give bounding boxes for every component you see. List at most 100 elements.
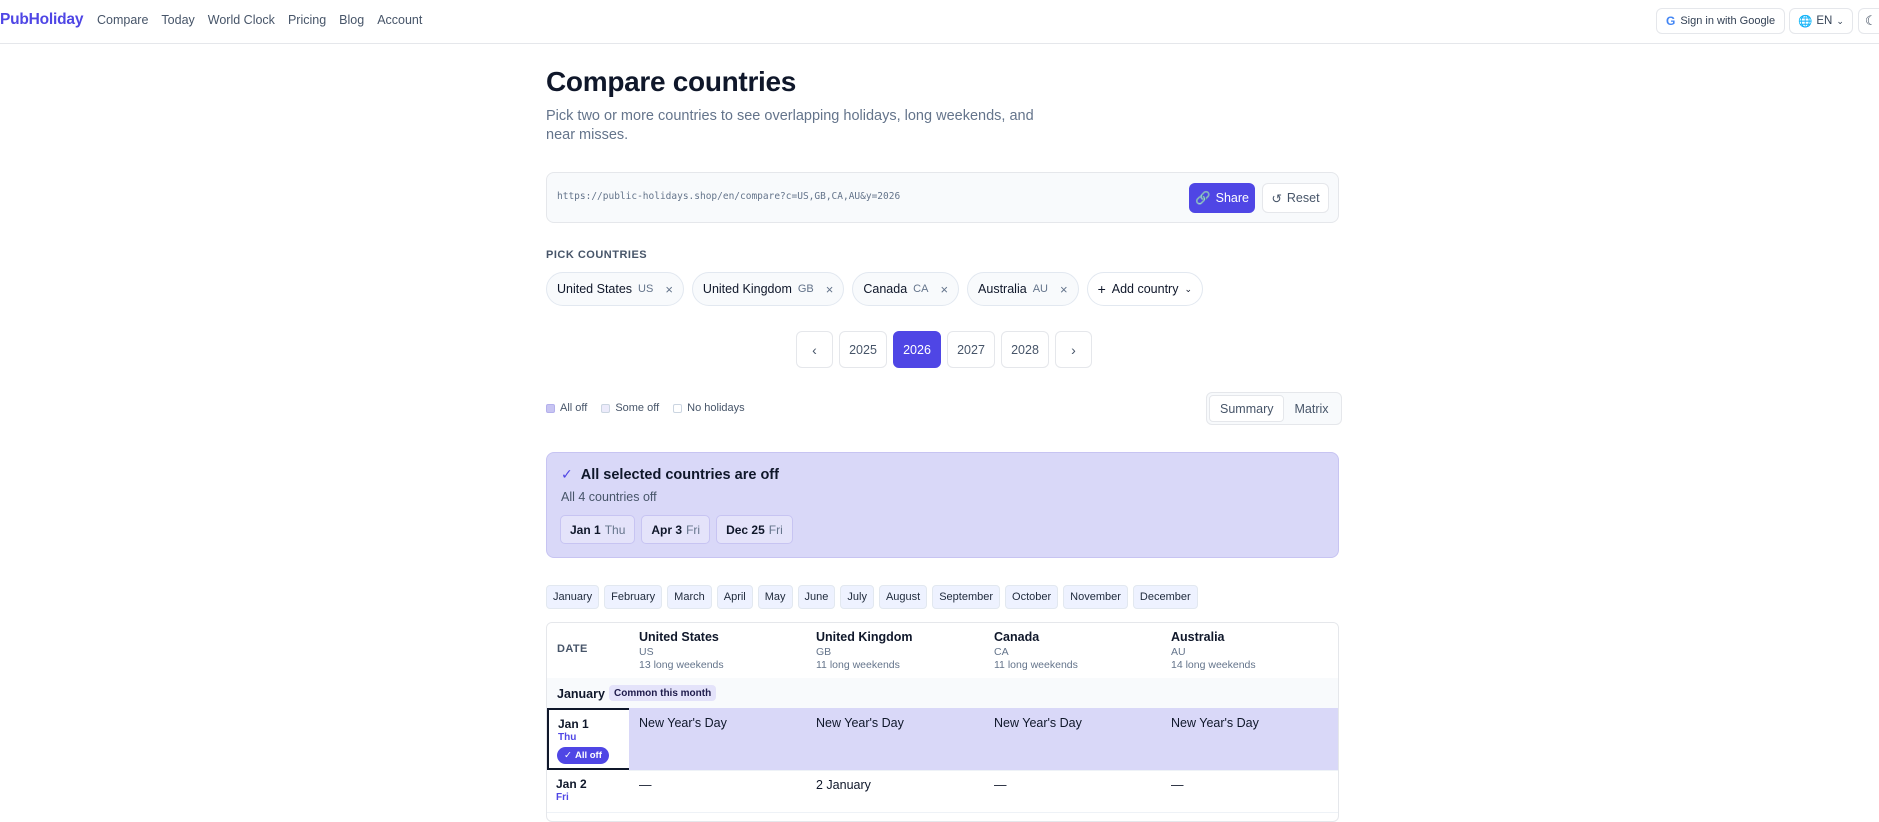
- country-chip-ca[interactable]: Canada CA ×: [852, 272, 960, 306]
- check-icon: ✓: [561, 466, 573, 482]
- day-date: Dec 25: [726, 522, 765, 537]
- all-off-title: All selected countries are off: [580, 466, 779, 483]
- row-date: Jan 1: [558, 717, 589, 731]
- column-country-code: AU: [1171, 646, 1186, 658]
- column-country-name: Australia: [1171, 630, 1225, 644]
- remove-icon[interactable]: ×: [1060, 282, 1068, 297]
- summary-tab[interactable]: Summary: [1209, 395, 1285, 422]
- month-link-august[interactable]: August: [878, 585, 928, 609]
- remove-icon[interactable]: ×: [665, 282, 673, 297]
- holiday-cell: New Year's Day: [639, 716, 727, 730]
- link-icon: 🔗: [1195, 190, 1211, 205]
- day-date: Jan 1: [570, 522, 601, 537]
- year-2027[interactable]: 2027: [947, 331, 995, 368]
- top-nav: PubHoliday Compare Today World Clock Pri…: [0, 0, 1879, 44]
- prev-year-button[interactable]: ‹: [796, 331, 833, 368]
- no-holidays-swatch: [673, 403, 683, 413]
- nav-link-account[interactable]: Account: [377, 13, 422, 27]
- day-pill[interactable]: Jan 1 Thu: [560, 515, 636, 544]
- month-link-april[interactable]: April: [716, 585, 753, 609]
- month-link-october[interactable]: October: [1005, 585, 1059, 609]
- all-off-badge-label: All off: [574, 750, 602, 761]
- day-date: Apr 3: [651, 522, 683, 537]
- share-url[interactable]: https://public-holidays.shop/en/compare?…: [557, 191, 900, 202]
- holiday-table: DATE United States US 13 long weekends U…: [546, 622, 1339, 822]
- language-label: EN: [1816, 15, 1833, 27]
- row-weekday: Fri: [556, 792, 569, 803]
- date-cell: Jan 2 Fri: [547, 770, 629, 812]
- holiday-cell: 2 January: [816, 778, 871, 792]
- column-header-us: United States US 13 long weekends: [639, 630, 809, 671]
- holiday-cell: New Year's Day: [816, 716, 904, 730]
- nav-links: Compare Today World Clock Pricing Blog A…: [97, 13, 422, 27]
- nav-link-compare[interactable]: Compare: [97, 13, 148, 27]
- column-country-name: Canada: [994, 630, 1040, 644]
- month-link-january[interactable]: January: [546, 585, 600, 609]
- column-country-name: United States: [639, 630, 719, 644]
- holiday-cell: —: [994, 778, 1007, 792]
- month-link-november[interactable]: November: [1063, 585, 1128, 609]
- month-link-may[interactable]: May: [757, 585, 793, 609]
- country-code: GB: [797, 283, 814, 295]
- table-row[interactable]: Jan 1 Thu ✓ All off New Year's Day New Ye…: [547, 708, 1338, 771]
- view-toggle: Summary Matrix: [1206, 392, 1342, 425]
- table-header: DATE United States US 13 long weekends U…: [547, 623, 1338, 679]
- country-code: CA: [913, 283, 929, 295]
- column-country-code: US: [639, 646, 654, 658]
- reset-button[interactable]: ↺ Reset: [1262, 183, 1329, 213]
- matrix-tab[interactable]: Matrix: [1284, 395, 1338, 422]
- year-2025[interactable]: 2025: [839, 331, 887, 368]
- country-chips: United States US × United Kingdom GB × C…: [546, 272, 1204, 306]
- brand-logo[interactable]: PubHoliday: [0, 11, 83, 29]
- month-link-march[interactable]: March: [667, 585, 712, 609]
- year-2028[interactable]: 2028: [1001, 331, 1049, 368]
- legend: All off Some off No holidays: [546, 402, 745, 414]
- share-bar: https://public-holidays.shop/en/compare?…: [546, 172, 1339, 223]
- google-signin-label: Sign in with Google: [1680, 15, 1776, 27]
- chevron-down-icon: ⌄: [1184, 283, 1193, 294]
- month-link-february[interactable]: February: [604, 585, 663, 609]
- page-subtitle: Pick two or more countries to see overla…: [546, 108, 1034, 143]
- language-select[interactable]: 🌐 EN ⌄: [1789, 8, 1853, 34]
- day-pill[interactable]: Apr 3 Fri: [641, 515, 711, 544]
- date-cell: Jan 1 Thu ✓ All off: [547, 708, 629, 770]
- column-long-weekends: 13 long weekends: [639, 659, 724, 671]
- legend-label: Some off: [615, 402, 660, 414]
- country-chip-au[interactable]: Australia AU ×: [967, 272, 1079, 306]
- month-link-december[interactable]: December: [1132, 585, 1198, 609]
- column-country-name: United Kingdom: [816, 630, 913, 644]
- legend-label: No holidays: [687, 402, 745, 414]
- remove-icon[interactable]: ×: [826, 282, 834, 297]
- month-link-september[interactable]: September: [932, 585, 1001, 609]
- day-weekday: Fri: [768, 522, 783, 537]
- month-nav: January February March April May June Ju…: [546, 585, 1198, 609]
- nav-link-world-clock[interactable]: World Clock: [208, 13, 275, 27]
- holiday-cell: New Year's Day: [1171, 716, 1259, 730]
- column-country-code: CA: [994, 646, 1009, 658]
- day-pill[interactable]: Dec 25 Fri: [716, 515, 793, 544]
- all-off-summary: ✓ All selected countries are off All 4 c…: [546, 452, 1339, 558]
- share-button[interactable]: 🔗 Share: [1189, 183, 1255, 213]
- country-name: Australia: [978, 282, 1027, 296]
- add-country-button[interactable]: + Add country ⌄: [1086, 272, 1204, 306]
- year-2026[interactable]: 2026: [893, 331, 941, 368]
- month-link-july[interactable]: July: [840, 585, 874, 609]
- month-link-june[interactable]: June: [797, 585, 836, 609]
- country-chip-gb[interactable]: United Kingdom GB ×: [691, 272, 845, 306]
- table-row[interactable]: Jan 2 Fri — 2 January — —: [547, 770, 1338, 813]
- all-off-heading: ✓ All selected countries are off: [561, 466, 779, 483]
- column-long-weekends: 11 long weekends: [816, 659, 900, 671]
- country-code: AU: [1032, 283, 1048, 295]
- theme-toggle-button[interactable]: ☾: [1858, 8, 1879, 34]
- nav-link-today[interactable]: Today: [161, 13, 194, 27]
- nav-link-blog[interactable]: Blog: [339, 13, 364, 27]
- country-chip-us[interactable]: United States US ×: [546, 272, 684, 306]
- google-signin-button[interactable]: G Sign in with Google: [1656, 8, 1786, 34]
- row-weekday: Thu: [558, 732, 577, 743]
- row-date: Jan 2: [556, 777, 587, 791]
- chevron-right-icon: ›: [1071, 341, 1076, 358]
- nav-link-pricing[interactable]: Pricing: [288, 13, 326, 27]
- next-year-button[interactable]: ›: [1055, 331, 1092, 368]
- remove-icon[interactable]: ×: [940, 282, 948, 297]
- holiday-cell: New Year's Day: [994, 716, 1082, 730]
